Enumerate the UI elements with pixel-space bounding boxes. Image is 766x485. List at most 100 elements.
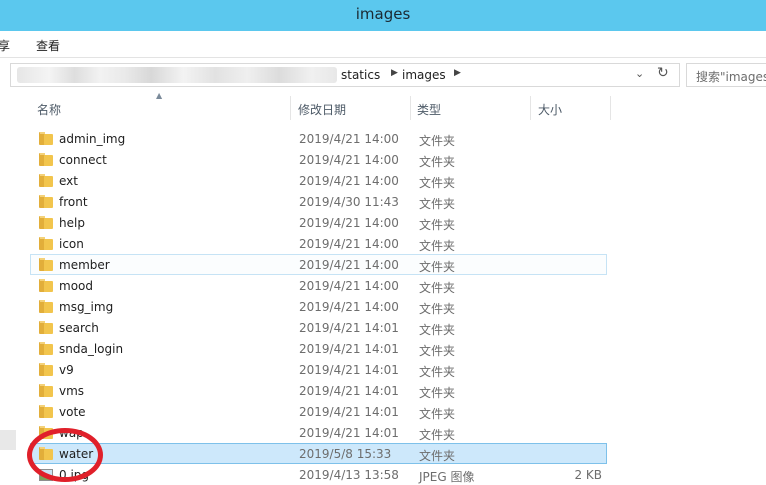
tab-share[interactable]: 享	[0, 37, 10, 54]
file-date: 2019/4/21 14:00	[299, 216, 399, 230]
file-row[interactable]: help 2019/4/21 14:00 文件夹	[30, 212, 607, 233]
file-date: 2019/4/21 14:00	[299, 258, 399, 272]
address-row: statics ▶ images ▶ ⌄ ↻ 搜索"images"	[0, 58, 766, 92]
folder-icon	[39, 195, 53, 208]
folder-icon	[39, 216, 53, 229]
red-circle-annotation	[27, 428, 103, 482]
file-name: v9	[59, 363, 74, 377]
folder-icon	[39, 363, 53, 376]
file-row[interactable]: vote 2019/4/21 14:01 文件夹	[30, 401, 607, 422]
file-row[interactable]: icon 2019/4/21 14:00 文件夹	[30, 233, 607, 254]
file-date: 2019/5/8 15:33	[299, 447, 392, 461]
navigation-pane-item[interactable]	[0, 430, 16, 450]
folder-icon	[39, 174, 53, 187]
file-row[interactable]: mood 2019/4/21 14:00 文件夹	[30, 275, 607, 296]
file-name: help	[59, 216, 85, 230]
file-row[interactable]: front 2019/4/30 11:43 文件夹	[30, 191, 607, 212]
file-type: 文件夹	[419, 449, 456, 463]
column-size[interactable]: 大小	[538, 101, 562, 118]
file-type: 文件夹	[419, 218, 456, 232]
file-type: 文件夹	[419, 281, 456, 295]
file-date: 2019/4/21 14:01	[299, 342, 399, 356]
file-name: ext	[59, 174, 78, 188]
chevron-right-icon[interactable]: ▶	[454, 68, 461, 78]
breadcrumb-statics[interactable]: statics	[341, 68, 380, 82]
folder-icon	[39, 258, 53, 271]
column-divider[interactable]	[290, 96, 291, 120]
file-row[interactable]: search 2019/4/21 14:01 文件夹	[30, 317, 607, 338]
file-type: 文件夹	[419, 239, 456, 253]
file-type: 文件夹	[419, 155, 456, 169]
file-row[interactable]: vms 2019/4/21 14:01 文件夹	[30, 380, 607, 401]
chevron-right-icon[interactable]: ▶	[391, 68, 398, 78]
folder-icon	[39, 384, 53, 397]
folder-icon	[39, 321, 53, 334]
ribbon-tabs: 享 查看	[0, 31, 766, 58]
file-type: 文件夹	[419, 302, 456, 316]
column-divider[interactable]	[610, 96, 611, 120]
file-row[interactable]: wap 2019/4/21 14:01 文件夹	[30, 422, 607, 443]
column-divider[interactable]	[530, 96, 531, 120]
file-row[interactable]: ext 2019/4/21 14:00 文件夹	[30, 170, 607, 191]
column-date[interactable]: 修改日期	[298, 101, 346, 118]
window-title: images	[355, 5, 411, 23]
file-name: icon	[59, 237, 84, 251]
file-name: vote	[59, 405, 86, 419]
column-divider[interactable]	[410, 96, 411, 120]
column-name[interactable]: 名称	[37, 101, 61, 118]
file-name: front	[59, 195, 88, 209]
file-type: 文件夹	[419, 344, 456, 358]
file-name: msg_img	[59, 300, 114, 314]
tab-view[interactable]: 查看	[36, 37, 60, 54]
file-date: 2019/4/21 14:01	[299, 405, 399, 419]
blurred-path	[17, 67, 337, 83]
file-date: 2019/4/30 11:43	[299, 195, 399, 209]
file-row[interactable]: member 2019/4/21 14:00 文件夹	[30, 254, 607, 275]
file-date: 2019/4/21 14:00	[299, 132, 399, 146]
address-bar[interactable]: statics ▶ images ▶ ⌄ ↻	[10, 63, 680, 87]
file-type: 文件夹	[419, 386, 456, 400]
refresh-icon[interactable]: ↻	[657, 65, 669, 81]
file-type: 文件夹	[419, 407, 456, 421]
file-row[interactable]: connect 2019/4/21 14:00 文件夹	[30, 149, 607, 170]
file-name: snda_login	[59, 342, 124, 356]
file-row[interactable]: water 2019/5/8 15:33 文件夹	[30, 443, 607, 464]
file-date: 2019/4/13 13:58	[299, 468, 399, 482]
folder-icon	[39, 153, 53, 166]
file-name: mood	[59, 279, 93, 293]
navigation-pane[interactable]	[0, 92, 20, 482]
file-type: 文件夹	[419, 323, 456, 337]
column-type[interactable]: 类型	[417, 101, 441, 118]
file-date: 2019/4/21 14:00	[299, 300, 399, 314]
folder-icon	[39, 279, 53, 292]
file-date: 2019/4/21 14:01	[299, 363, 399, 377]
file-row[interactable]: admin_img 2019/4/21 14:00 文件夹	[30, 128, 607, 149]
file-row[interactable]: msg_img 2019/4/21 14:00 文件夹	[30, 296, 607, 317]
title-bar: images	[0, 0, 766, 31]
folder-icon	[39, 132, 53, 145]
folder-icon	[39, 300, 53, 313]
file-row[interactable]: snda_login 2019/4/21 14:01 文件夹	[30, 338, 607, 359]
search-input[interactable]: 搜索"images"	[686, 63, 766, 87]
file-type: 文件夹	[419, 134, 456, 148]
file-date: 2019/4/21 14:01	[299, 321, 399, 335]
column-header: ▲ 名称 修改日期 类型 大小	[30, 91, 611, 122]
breadcrumb-images[interactable]: images	[402, 68, 446, 82]
search-placeholder: 搜索"images"	[696, 70, 766, 84]
file-date: 2019/4/21 14:00	[299, 279, 399, 293]
folder-icon	[39, 405, 53, 418]
file-row[interactable]: v9 2019/4/21 14:01 文件夹	[30, 359, 607, 380]
file-date: 2019/4/21 14:00	[299, 153, 399, 167]
sort-ascending-icon: ▲	[156, 91, 163, 100]
file-size: 2 KB	[574, 468, 602, 482]
file-type: 文件夹	[419, 260, 456, 274]
file-date: 2019/4/21 14:01	[299, 426, 399, 440]
file-date: 2019/4/21 14:01	[299, 384, 399, 398]
chevron-down-icon[interactable]: ⌄	[635, 67, 644, 80]
file-name: search	[59, 321, 99, 335]
file-name: member	[59, 258, 110, 272]
file-date: 2019/4/21 14:00	[299, 174, 399, 188]
file-name: connect	[59, 153, 107, 167]
file-type: 文件夹	[419, 176, 456, 190]
file-type: JPEG 图像	[419, 470, 475, 484]
